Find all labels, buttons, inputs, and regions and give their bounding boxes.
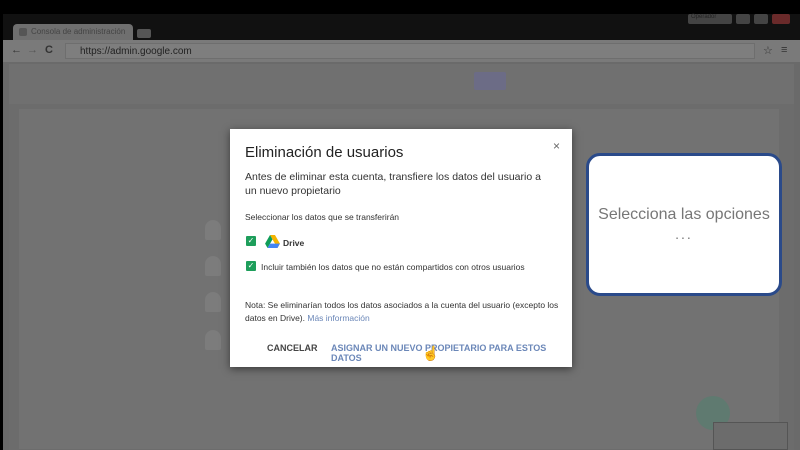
- close-icon[interactable]: ×: [553, 139, 560, 153]
- browser-toolbar: ← → C https://admin.google.com ☆ ≡: [3, 40, 800, 62]
- watermark-badge: [713, 422, 788, 450]
- tab-bar: Consola de administración Operador: [3, 14, 800, 40]
- note-text: Nota: Se eliminarían todos los datos aso…: [245, 299, 565, 325]
- user-avatar: [205, 292, 221, 312]
- favicon-icon: [19, 28, 27, 36]
- dialog-title: Eliminación de usuarios: [245, 144, 404, 161]
- close-window-button[interactable]: [772, 14, 790, 24]
- drive-label: Drive: [283, 238, 305, 248]
- include-unshared-label: Incluir también los datos que no están c…: [261, 262, 525, 272]
- drive-checkbox[interactable]: ✓: [246, 236, 256, 246]
- address-bar[interactable]: https://admin.google.com: [65, 43, 755, 59]
- include-unshared-checkbox[interactable]: ✓: [246, 261, 256, 271]
- instruction-callout: Selecciona las opciones ...: [586, 153, 782, 296]
- dialog-description: Antes de eliminar esta cuenta, transfier…: [245, 171, 541, 197]
- user-button[interactable]: Operador: [688, 14, 732, 24]
- window-controls: Operador: [688, 14, 790, 24]
- tab-title: Consola de administración: [31, 27, 126, 36]
- user-avatar: [205, 220, 221, 240]
- browser-tab[interactable]: Consola de administración: [13, 24, 133, 40]
- user-avatar: [205, 256, 221, 276]
- assign-new-owner-button[interactable]: ASIGNAR UN NUEVO PROPIETARIO PARA ESTOS …: [331, 343, 572, 363]
- url-text: https://admin.google.com: [80, 46, 192, 57]
- menu-icon[interactable]: ≡: [781, 44, 787, 56]
- callout-dots: ...: [675, 226, 693, 242]
- cancel-button[interactable]: CANCELAR: [267, 343, 318, 353]
- note-body: Nota: Se eliminarían todos los datos aso…: [245, 300, 559, 323]
- delete-user-dialog: Eliminación de usuarios × Antes de elimi…: [230, 129, 572, 367]
- new-tab-button[interactable]: [137, 29, 151, 38]
- maximize-button[interactable]: [754, 14, 768, 24]
- search-button[interactable]: [474, 72, 506, 90]
- forward-icon[interactable]: →: [27, 44, 38, 56]
- more-info-link[interactable]: Más información: [307, 313, 369, 323]
- reload-icon[interactable]: C: [45, 44, 53, 56]
- star-icon[interactable]: ☆: [763, 44, 773, 57]
- page-header: [9, 64, 794, 104]
- minimize-button[interactable]: [736, 14, 750, 24]
- drive-icon: [265, 235, 280, 248]
- select-data-label: Seleccionar los datos que se transferirá…: [245, 212, 400, 222]
- back-icon[interactable]: ←: [11, 44, 22, 56]
- callout-text: Selecciona las opciones: [598, 206, 770, 223]
- hand-cursor-icon: ☝: [422, 345, 440, 361]
- user-avatar: [205, 330, 221, 350]
